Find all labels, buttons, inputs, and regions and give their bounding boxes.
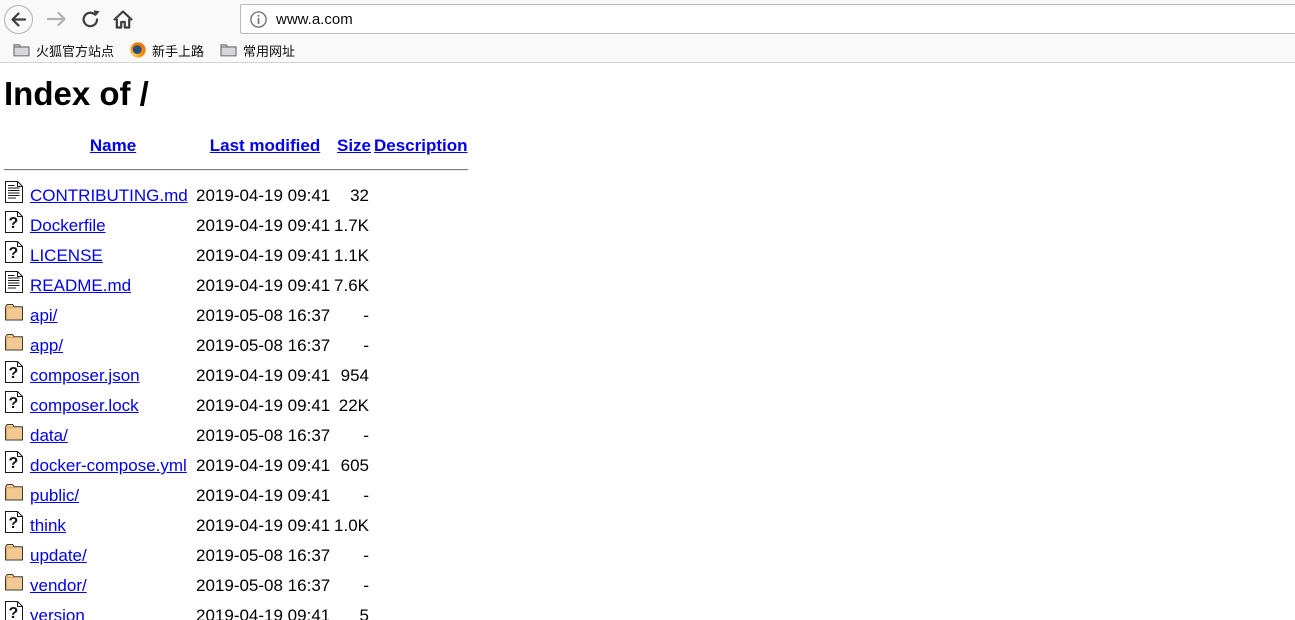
unknown-file-icon: ? bbox=[4, 451, 24, 473]
unknown-file-icon: ? bbox=[4, 241, 24, 263]
svg-text:?: ? bbox=[9, 515, 19, 532]
table-row: data/ 2019-05-08 16:37 - bbox=[4, 421, 468, 451]
folder-icon bbox=[4, 331, 24, 353]
table-row: ? docker-compose.yml 2019-04-19 09:41 60… bbox=[4, 451, 468, 481]
sort-by-name-link[interactable]: Name bbox=[90, 136, 136, 155]
table-row: api/ 2019-05-08 16:37 - bbox=[4, 301, 468, 331]
svg-text:?: ? bbox=[9, 365, 19, 382]
text-file-icon bbox=[4, 181, 24, 203]
table-row: ? Dockerfile 2019-04-19 09:41 1.7K bbox=[4, 211, 468, 241]
listing-header-row: Name Last modified Size Description bbox=[4, 133, 468, 159]
file-link[interactable]: think bbox=[30, 516, 66, 535]
folder-icon bbox=[4, 571, 24, 593]
file-link[interactable]: version bbox=[30, 606, 85, 620]
folder-icon bbox=[4, 541, 24, 563]
folder-icon bbox=[4, 421, 24, 443]
unknown-file-icon: ? bbox=[4, 361, 24, 383]
bookmark-folder-item[interactable]: 火狐官方站点 bbox=[5, 39, 122, 62]
svg-text:?: ? bbox=[9, 215, 19, 232]
file-link[interactable]: composer.lock bbox=[30, 396, 139, 415]
svg-text:?: ? bbox=[9, 605, 19, 620]
sort-by-modified-link[interactable]: Last modified bbox=[210, 136, 321, 155]
unknown-file-icon: ? bbox=[4, 211, 24, 233]
table-row: ? composer.lock 2019-04-19 09:41 22K bbox=[4, 391, 468, 421]
divider bbox=[4, 159, 468, 181]
file-link[interactable]: update/ bbox=[30, 546, 87, 565]
browser-chrome: www.a.com 火狐官方站点 新手上路 常用网址 bbox=[0, 0, 1295, 63]
horizontal-rule bbox=[4, 169, 468, 171]
page-content: Index of / Name Last modified Size Descr… bbox=[0, 63, 1295, 620]
reload-icon[interactable] bbox=[80, 9, 101, 30]
folder-icon bbox=[220, 43, 237, 57]
bookmarks-toolbar: 火狐官方站点 新手上路 常用网址 bbox=[0, 38, 1295, 63]
text-file-icon bbox=[4, 271, 24, 293]
site-info-icon[interactable] bbox=[250, 10, 267, 28]
table-row: ? LICENSE 2019-04-19 09:41 1.1K bbox=[4, 241, 468, 271]
file-link[interactable]: app/ bbox=[30, 336, 63, 355]
file-link[interactable]: README.md bbox=[30, 276, 131, 295]
table-row: public/ 2019-04-19 09:41 - bbox=[4, 481, 468, 511]
home-icon[interactable] bbox=[112, 9, 134, 30]
sort-by-size-link[interactable]: Size bbox=[337, 136, 371, 155]
back-button[interactable] bbox=[3, 4, 34, 35]
file-link[interactable]: LICENSE bbox=[30, 246, 103, 265]
bookmark-label: 常用网址 bbox=[243, 43, 296, 59]
svg-text:?: ? bbox=[9, 455, 19, 472]
firefox-icon bbox=[130, 42, 146, 58]
bookmark-firefox-item[interactable]: 新手上路 bbox=[122, 39, 212, 62]
navigation-toolbar: www.a.com bbox=[0, 0, 1295, 38]
table-row: app/ 2019-05-08 16:37 - bbox=[4, 331, 468, 361]
sort-by-description-link[interactable]: Description bbox=[374, 136, 468, 155]
page-title: Index of / bbox=[4, 75, 149, 112]
file-link[interactable]: data/ bbox=[30, 426, 68, 445]
table-row: vendor/ 2019-05-08 16:37 - bbox=[4, 571, 468, 601]
table-row: ? version 2019-04-19 09:41 5 bbox=[4, 601, 468, 620]
file-link[interactable]: vendor/ bbox=[30, 576, 87, 595]
folder-icon bbox=[13, 43, 30, 57]
table-row: ? think 2019-04-19 09:41 1.0K bbox=[4, 511, 468, 541]
table-row: README.md 2019-04-19 09:41 7.6K bbox=[4, 271, 468, 301]
url-bar[interactable]: www.a.com bbox=[240, 4, 1295, 34]
svg-text:?: ? bbox=[9, 395, 19, 412]
directory-listing-table: Name Last modified Size Description CONT… bbox=[4, 133, 468, 620]
bookmark-folder-item[interactable]: 常用网址 bbox=[212, 39, 303, 62]
unknown-file-icon: ? bbox=[4, 391, 24, 413]
file-link[interactable]: composer.json bbox=[30, 366, 140, 385]
bookmark-label: 火狐官方站点 bbox=[36, 43, 115, 59]
folder-icon bbox=[4, 301, 24, 323]
file-link[interactable]: api/ bbox=[30, 306, 57, 325]
unknown-file-icon: ? bbox=[4, 601, 24, 620]
folder-icon bbox=[4, 481, 24, 503]
file-link[interactable]: CONTRIBUTING.md bbox=[30, 186, 188, 205]
url-text[interactable]: www.a.com bbox=[276, 11, 353, 28]
file-link[interactable]: Dockerfile bbox=[30, 216, 106, 235]
bookmark-label: 新手上路 bbox=[152, 43, 205, 59]
unknown-file-icon: ? bbox=[4, 511, 24, 533]
table-row: update/ 2019-05-08 16:37 - bbox=[4, 541, 468, 571]
file-link[interactable]: docker-compose.yml bbox=[30, 456, 187, 475]
table-row: ? composer.json 2019-04-19 09:41 954 bbox=[4, 361, 468, 391]
file-link[interactable]: public/ bbox=[30, 486, 79, 505]
table-row: CONTRIBUTING.md 2019-04-19 09:41 32 bbox=[4, 181, 468, 211]
forward-button[interactable] bbox=[45, 9, 69, 29]
svg-text:?: ? bbox=[9, 245, 19, 262]
